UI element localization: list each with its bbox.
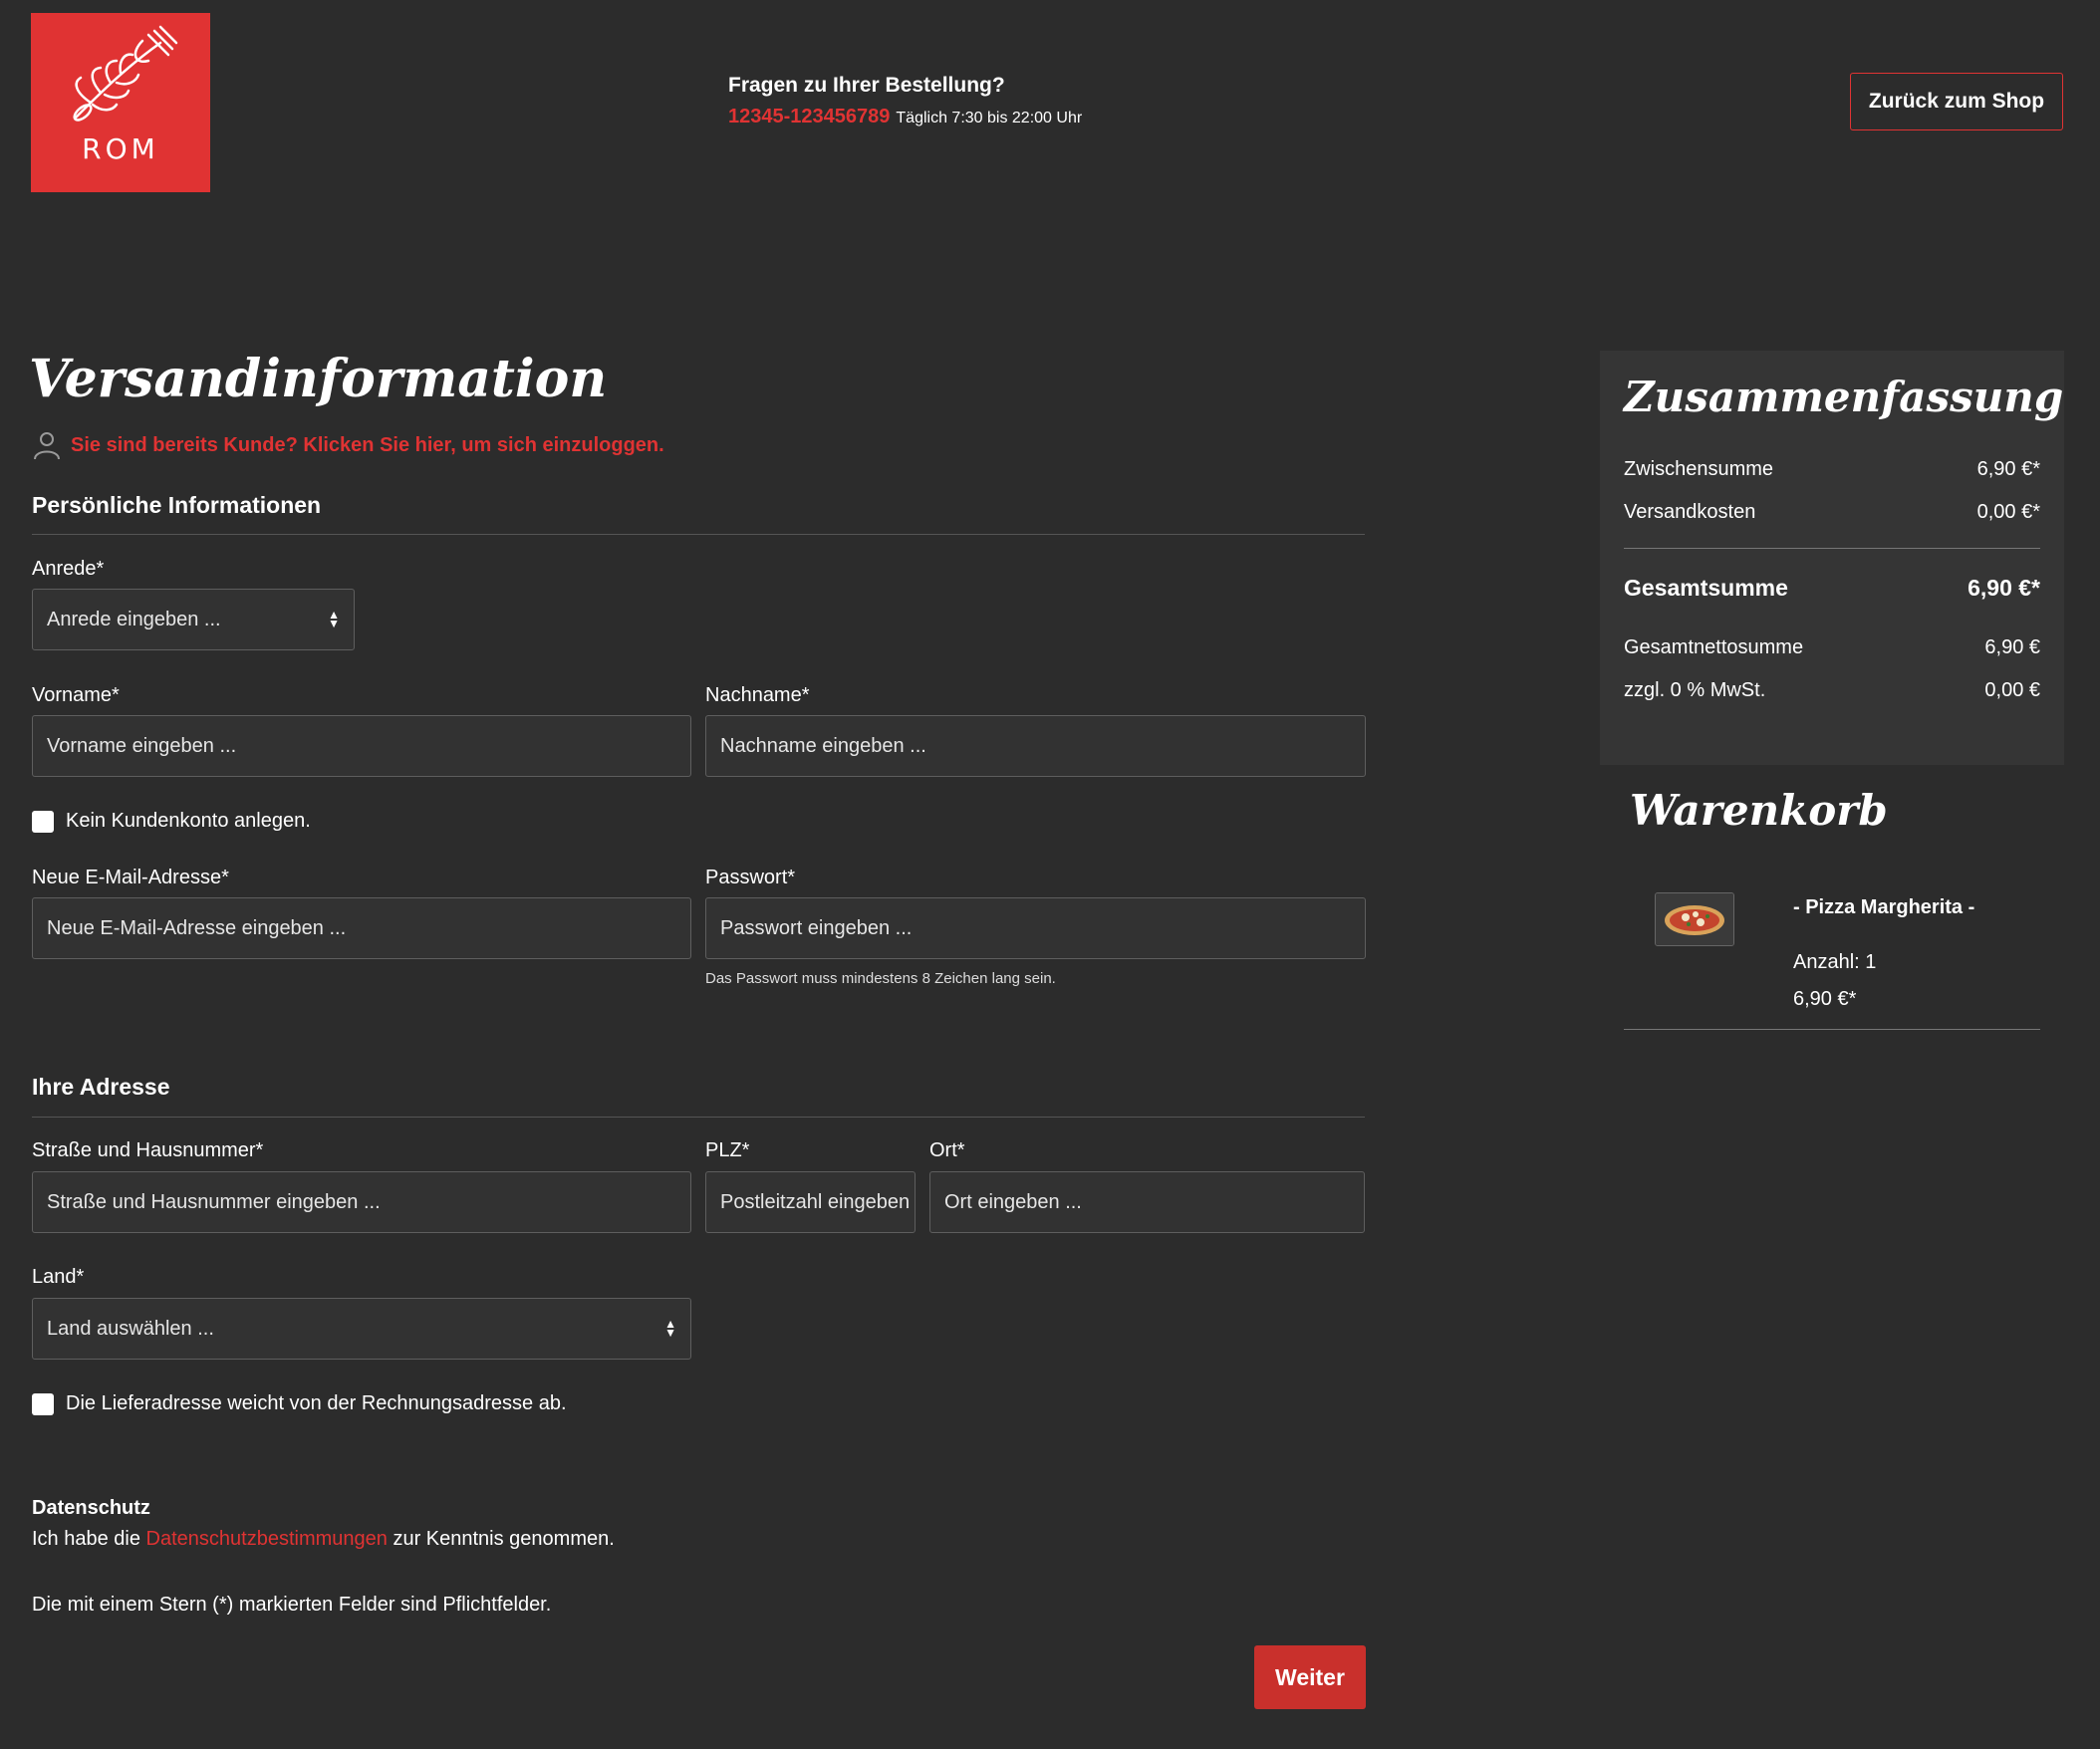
product-image[interactable] [1655,892,1734,946]
email-input[interactable]: Neue E-Mail-Adresse eingeben ... [32,897,691,959]
privacy-link[interactable]: Datenschutzbestimmungen [146,1528,388,1550]
cart-item-name[interactable]: - Pizza Margherita - [1793,896,1974,919]
lastname-label: Nachname* [705,684,810,706]
password-hint: Das Passwort muss mindestens 8 Zeichen l… [705,970,1056,987]
street-input[interactable]: Straße und Hausnummer eingeben ... [32,1171,691,1233]
salutation-select[interactable]: Anrede eingeben ... ▲ ▼ [32,589,355,650]
tax-value: 0,00 € [1984,679,2040,701]
different-shipping-label: Die Lieferadresse weicht von der Rechnun… [66,1392,567,1414]
cart-title: Warenkorb [1630,786,1888,835]
country-select[interactable]: Land auswählen ... ▲ ▼ [32,1298,691,1360]
privacy-suffix: zur Kenntnis genommen. [387,1528,615,1550]
net-value: 6,90 € [1984,636,2040,658]
summary-row-value: 6,90 €* [1976,458,2040,480]
country-label: Land* [32,1266,85,1288]
total-label: Gesamtsumme [1624,575,1788,601]
summary-row-total: Gesamtsumme 6,90 €* [1624,575,2040,602]
hotline-line: 12345-123456789 Täglich 7:30 bis 22:00 Uh… [728,106,1082,128]
summary-row-net: Gesamtnettosumme 6,90 € [1624,636,2040,659]
personal-info-title: Persönliche Informationen [32,492,322,518]
privacy-prefix: Ich habe die [32,1528,146,1550]
salutation-label: Anrede* [32,558,105,580]
country-value: Land auswählen ... [47,1317,214,1340]
logo[interactable]: ROM [31,13,210,192]
divider [1624,1029,2040,1030]
rosemary-fork-icon [73,25,178,122]
city-input[interactable]: Ort eingeben ... [929,1171,1365,1233]
firstname-label: Vorname* [32,684,120,706]
login-link[interactable]: Sie sind bereits Kunde? Klicken Sie hier… [71,434,664,457]
summary-row-value: 0,00 €* [1976,501,2040,523]
summary-row-subtotal: Zwischensumme 6,90 €* [1624,458,2040,481]
pizza-image [1656,893,1733,945]
select-arrows-icon: ▲ ▼ [664,1317,676,1340]
user-icon [34,432,60,460]
privacy-text: Ich habe die Datenschutzbestimmungen zur… [32,1528,615,1551]
lastname-input[interactable]: Nachname eingeben ... [705,715,1366,777]
summary-row-shipping: Versandkosten 0,00 €* [1624,501,2040,524]
password-input[interactable]: Passwort eingeben ... [705,897,1366,959]
city-label: Ort* [929,1139,965,1161]
zip-label: PLZ* [705,1139,750,1161]
back-to-shop-button[interactable]: Zurück zum Shop [1850,73,2063,130]
street-label: Straße und Hausnummer* [32,1139,264,1161]
hotline-title: Fragen zu Ihrer Bestellung? [728,74,1005,97]
cart-item-price: 6,90 €* [1793,988,1857,1010]
password-label: Passwort* [705,867,796,888]
no-account-checkbox[interactable] [32,810,54,833]
hotline-hours: Täglich 7:30 bis 22:00 Uhr [896,110,1083,126]
different-shipping-checkbox[interactable] [32,1392,54,1415]
continue-button[interactable]: Weiter [1254,1645,1366,1709]
logo-text: ROM [82,132,159,165]
privacy-title: Datenschutz [32,1497,150,1519]
summary-row-tax: zzgl. 0 % MwSt. 0,00 € [1624,679,2040,702]
summary-panel: Zusammenfassung Zwischensumme 6,90 €* Ve… [1600,351,2064,765]
login-row[interactable]: Sie sind bereits Kunde? Klicken Sie hier… [31,429,664,461]
summary-row-label: Zwischensumme [1624,458,1774,480]
net-label: Gesamtnettosumme [1624,636,1804,658]
divider [1624,548,2040,549]
different-shipping-row[interactable]: Die Lieferadresse weicht von der Rechnun… [32,1392,567,1415]
no-account-checkbox-row[interactable]: Kein Kundenkonto anlegen. [32,810,311,833]
address-title: Ihre Adresse [32,1074,170,1100]
divider [32,1117,1365,1118]
zip-input[interactable]: Postleitzahl eingeben ... [705,1171,916,1233]
summary-title: Zusammenfassung [1624,373,2064,421]
required-note: Die mit einem Stern (*) markierten Felde… [32,1594,552,1616]
hotline-phone[interactable]: 12345-123456789 [728,106,890,127]
cart-item-qty: Anzahl: 1 [1793,951,1877,973]
select-arrows-icon: ▲ ▼ [328,608,340,630]
email-label: Neue E-Mail-Adresse* [32,867,229,888]
no-account-label: Kein Kundenkonto anlegen. [66,810,311,832]
summary-row-label: Versandkosten [1624,501,1756,523]
total-value: 6,90 €* [1968,575,2040,601]
divider [32,534,1365,535]
page-title: Versandinformation [29,349,608,409]
tax-label: zzgl. 0 % MwSt. [1624,679,1766,701]
salutation-value: Anrede eingeben ... [47,608,221,630]
firstname-input[interactable]: Vorname eingeben ... [32,715,691,777]
